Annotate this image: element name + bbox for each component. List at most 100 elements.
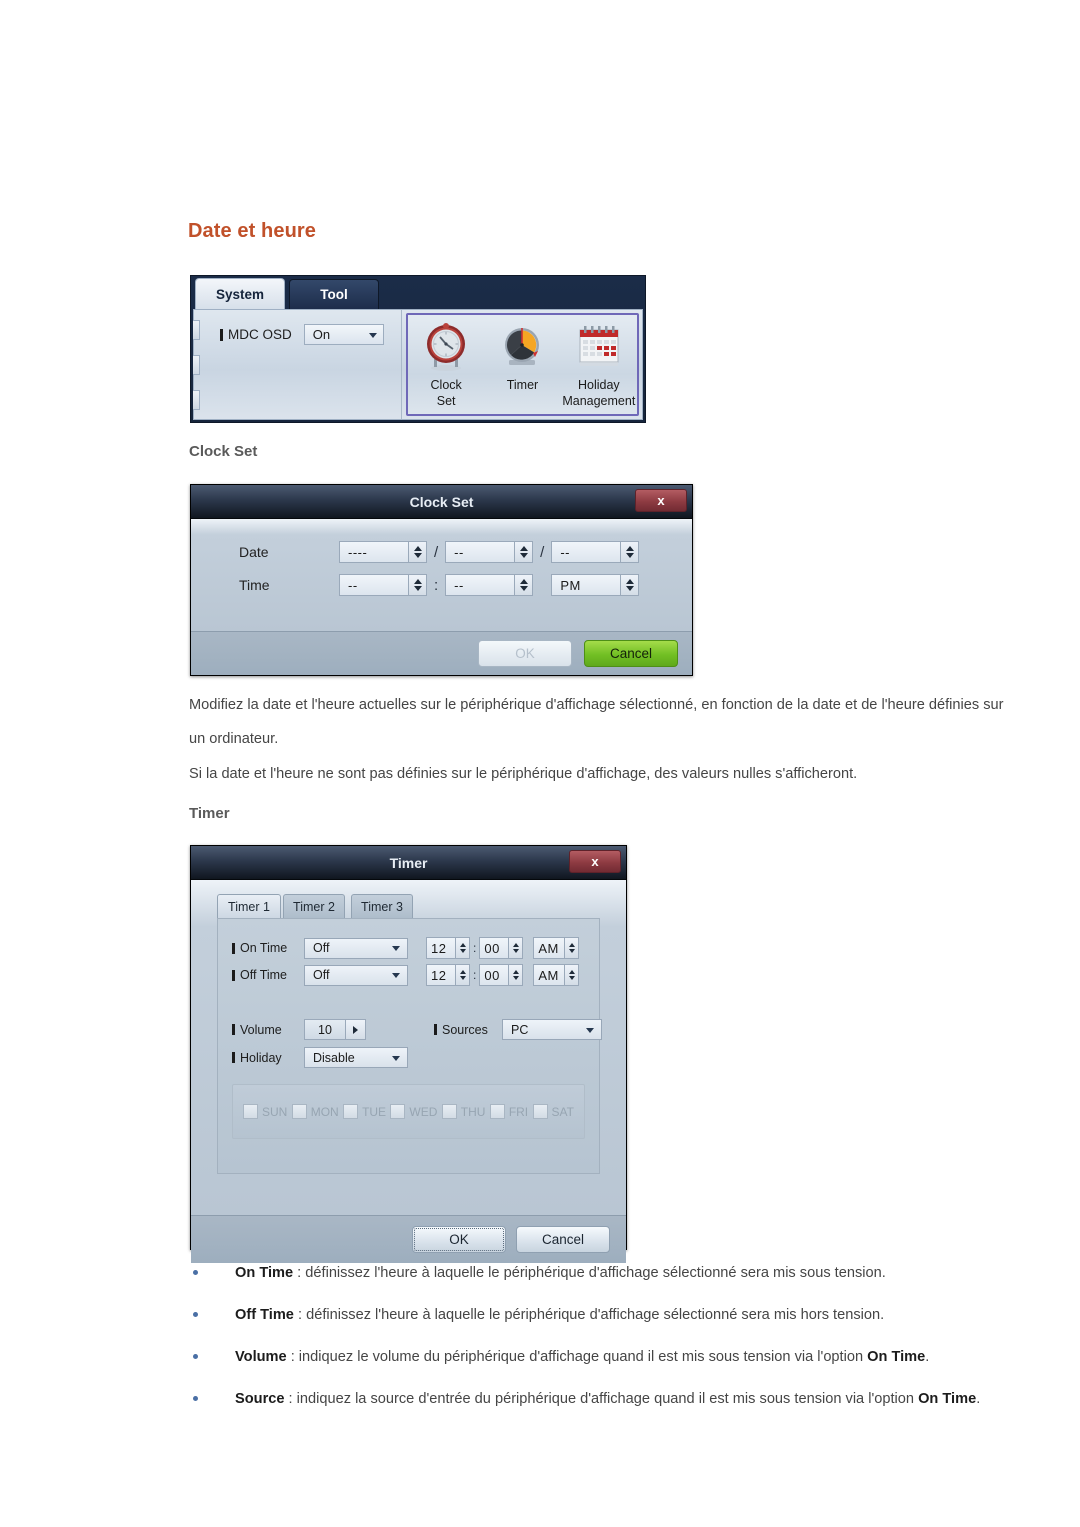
caret-up-icon: [568, 970, 575, 974]
bullet-text: : indiquez la source d'entrée du périphé…: [284, 1391, 919, 1407]
checkbox-mon[interactable]: MON: [291, 1104, 339, 1119]
clock-set-cancel-button[interactable]: Cancel: [584, 640, 678, 667]
time-minute-stepper[interactable]: [514, 575, 533, 595]
ribbon-button-clock-set[interactable]: Clock Set: [409, 319, 483, 409]
checkbox-wed[interactable]: WED: [390, 1104, 437, 1119]
holiday-dropdown[interactable]: Disable: [304, 1047, 408, 1068]
tab-timer-1[interactable]: Timer 1: [217, 894, 281, 918]
ribbon-button-timer[interactable]: Timer: [485, 319, 559, 394]
checkbox-fri[interactable]: FRI: [489, 1104, 528, 1119]
on-time-separator: :: [473, 941, 477, 955]
volume-increase-button[interactable]: [345, 1020, 365, 1039]
checkbox-sat[interactable]: SAT: [532, 1104, 574, 1119]
bullet-icon: [193, 1270, 198, 1275]
volume-value: 10: [318, 1022, 332, 1037]
bullet-term-2: On Time: [867, 1349, 926, 1365]
checkbox-mon-label: MON: [310, 1104, 339, 1119]
chevron-down-icon: [392, 946, 400, 951]
timer-footer: OK Cancel: [191, 1215, 626, 1263]
timer-cancel-button[interactable]: Cancel: [516, 1226, 610, 1253]
date-month-stepper[interactable]: [514, 542, 533, 562]
checkbox-tue[interactable]: TUE: [343, 1104, 386, 1119]
checkbox-icon[interactable]: [390, 1104, 406, 1119]
close-label: x: [591, 854, 599, 869]
on-time-minute-value: 00: [484, 940, 500, 956]
off-time-hour-stepper[interactable]: [455, 965, 469, 985]
on-time-minute-stepper[interactable]: [508, 938, 523, 958]
tab-timer-2[interactable]: Timer 2: [283, 894, 345, 918]
field-indicator-icon: [434, 1024, 437, 1035]
checkbox-wed-label: WED: [409, 1104, 438, 1119]
time-minute-spinner[interactable]: --: [445, 574, 534, 596]
volume-row: Volume 10: [232, 1019, 366, 1040]
date-separator-1: /: [434, 543, 439, 561]
checkbox-icon[interactable]: [441, 1104, 457, 1119]
off-time-minute-stepper[interactable]: [508, 965, 523, 985]
tab-timer-3[interactable]: Timer 3: [351, 894, 413, 918]
on-time-state-value: Off: [313, 941, 330, 955]
caret-down-icon: [519, 553, 528, 558]
on-time-state-dropdown[interactable]: Off: [304, 937, 408, 959]
date-day-stepper[interactable]: [620, 542, 639, 562]
time-separator: :: [434, 576, 439, 594]
date-year-spinner[interactable]: ----: [339, 541, 427, 563]
section-title-timer: Timer: [189, 805, 230, 822]
sources-dropdown[interactable]: PC: [502, 1019, 602, 1040]
off-time-meridiem-stepper[interactable]: [564, 965, 579, 985]
ribbon-tab-system-label: System: [215, 286, 265, 302]
mdc-osd-dropdown[interactable]: On: [303, 324, 384, 345]
list-item: Volume : indiquez le volume du périphéri…: [189, 1342, 1019, 1373]
bullet-term-2: On Time: [918, 1391, 977, 1407]
on-time-meridiem-stepper[interactable]: [564, 938, 579, 958]
time-meridiem-stepper[interactable]: [620, 575, 639, 595]
time-hour-stepper[interactable]: [408, 575, 426, 595]
caret-up-icon: [459, 970, 466, 974]
ribbon-tab-tool[interactable]: Tool: [289, 279, 379, 309]
tab-timer-2-label: Timer 2: [293, 899, 335, 914]
document-page: Date et heure System Tool MDC OSD On Clo…: [0, 0, 1080, 1527]
on-time-hour-stepper[interactable]: [455, 938, 469, 958]
timer-settings-panel: On Time Off 12 : 00 AM Off Time Off 12:…: [217, 918, 602, 1174]
checkbox-icon[interactable]: [243, 1104, 258, 1119]
timer-ok-button[interactable]: OK: [412, 1226, 506, 1253]
off-time-hour-spinner[interactable]: 12: [426, 964, 470, 986]
field-indicator-icon: [220, 328, 223, 341]
date-day-value: --: [560, 544, 571, 560]
on-time-minute-spinner[interactable]: 00: [479, 937, 524, 959]
checkbox-icon[interactable]: [532, 1104, 548, 1119]
caret-up-icon: [519, 579, 528, 584]
time-meridiem-spinner[interactable]: PM: [551, 574, 640, 596]
timer-title-label: Timer: [389, 854, 428, 871]
page-title: Date et heure: [188, 220, 317, 242]
checkbox-thu[interactable]: THU: [441, 1104, 485, 1119]
close-icon[interactable]: x: [569, 850, 621, 873]
checkbox-sun[interactable]: SUN: [243, 1104, 287, 1119]
caret-down-icon: [413, 586, 422, 591]
ribbon-tab-strip: System Tool: [191, 276, 645, 309]
close-icon[interactable]: x: [635, 489, 687, 512]
ribbon-tab-system[interactable]: System: [195, 278, 285, 309]
checkbox-icon[interactable]: [343, 1104, 359, 1119]
tab-timer-1-label: Timer 1: [228, 899, 270, 914]
ribbon-tab-tool-label: Tool: [320, 287, 348, 302]
mdc-ribbon-panel: System Tool MDC OSD On Clock Set Timer H…: [190, 275, 646, 423]
off-time-meridiem-spinner[interactable]: AM: [533, 964, 580, 986]
time-hour-spinner[interactable]: --: [339, 574, 427, 596]
checkbox-icon[interactable]: [489, 1104, 505, 1119]
time-label: Time: [239, 577, 270, 593]
date-year-stepper[interactable]: [408, 542, 426, 562]
date-day-spinner[interactable]: --: [551, 541, 640, 563]
date-month-spinner[interactable]: --: [445, 541, 534, 563]
bullet-term: Source: [235, 1391, 285, 1407]
on-time-meridiem-spinner[interactable]: AM: [533, 937, 580, 959]
ribbon-button-holiday-management[interactable]: Holiday Management: [562, 319, 636, 409]
caret-up-icon: [459, 943, 466, 947]
holiday-label: Holiday: [240, 1050, 282, 1065]
clock-set-label-line1: Clock: [430, 378, 462, 392]
off-time-state-dropdown[interactable]: Off: [304, 964, 408, 986]
off-time-minute-spinner[interactable]: 00: [479, 964, 524, 986]
checkbox-icon[interactable]: [291, 1104, 307, 1119]
on-time-hour-spinner[interactable]: 12: [426, 937, 470, 959]
clock-set-ok-button[interactable]: OK: [478, 640, 572, 667]
volume-stepper[interactable]: 10: [304, 1019, 366, 1040]
